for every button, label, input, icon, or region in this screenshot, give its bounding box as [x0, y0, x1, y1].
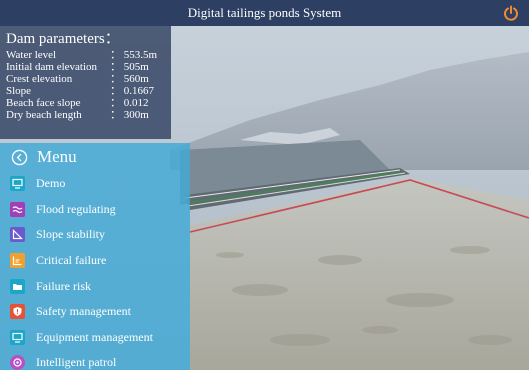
- param-value: ： 300m: [110, 109, 149, 121]
- param-row: Beach face slope ： 0.012: [6, 97, 165, 109]
- param-value: ： 505m: [110, 61, 149, 73]
- param-value: ： 560m: [110, 73, 149, 85]
- param-label: Beach face slope: [6, 97, 81, 109]
- menu-item-flood-regulating[interactable]: Flood regulating: [0, 197, 190, 223]
- menu-item-label: Critical failure: [36, 253, 107, 268]
- menu-item-equipment-management[interactable]: Equipment management: [0, 325, 190, 351]
- menu-item-label: Demo: [36, 176, 66, 191]
- chart-icon: [10, 253, 25, 269]
- param-label: Crest elevation: [6, 73, 73, 85]
- back-circle-icon[interactable]: [11, 149, 28, 166]
- param-label: Dry beach length: [6, 109, 82, 121]
- folder-icon: [10, 278, 25, 294]
- param-label: Slope: [6, 85, 32, 97]
- param-value: ： 553.5m: [110, 49, 158, 61]
- power-icon[interactable]: [503, 5, 519, 21]
- app-title: Digital tailings ponds System: [187, 5, 342, 20]
- param-label: Water level: [6, 49, 57, 61]
- menu-item-label: Safety management: [36, 304, 131, 319]
- menu-item-slope-stability[interactable]: Slope stability: [0, 222, 190, 248]
- param-label: Initial dam elevation: [6, 61, 98, 73]
- menu-item-label: Flood regulating: [36, 201, 116, 216]
- dam-parameters-panel: Dam parameters： Water level ： 553.5m Ini…: [0, 26, 171, 139]
- param-row: Water level ： 553.5m: [6, 49, 165, 61]
- menu-item-label: Slope stability: [36, 227, 105, 242]
- param-value: ： 0.1667: [110, 85, 154, 97]
- slope-icon: [10, 227, 25, 243]
- param-row: Slope ： 0.1667: [6, 85, 165, 97]
- menu-item-failure-risk[interactable]: Failure risk: [0, 273, 190, 299]
- menu-item-label: Intelligent patrol: [36, 355, 117, 370]
- param-row: Initial dam elevation ： 505m: [6, 61, 165, 73]
- menu-item-intelligent-patrol[interactable]: Intelligent patrol: [0, 350, 190, 370]
- dam-parameters-title: Dam parameters：: [6, 31, 120, 47]
- menu-item-label: Failure risk: [36, 278, 91, 293]
- menu-item-label: Equipment management: [36, 329, 153, 344]
- wave-icon: [10, 201, 25, 217]
- menu-item-demo[interactable]: Demo: [0, 171, 190, 197]
- main-menu: Menu Demo Flood regulating Slope stabili…: [0, 143, 190, 370]
- monitor-icon: [10, 329, 25, 345]
- title-bar: Digital tailings ponds System: [0, 0, 529, 26]
- param-row: Crest elevation ： 560m: [6, 73, 165, 85]
- menu-header[interactable]: Menu: [0, 143, 190, 171]
- menu-item-safety-management[interactable]: Safety management: [0, 299, 190, 325]
- shield-icon: [10, 304, 25, 320]
- menu-title: Menu: [37, 147, 77, 166]
- monitor-icon: [10, 176, 25, 192]
- menu-item-critical-failure[interactable]: Critical failure: [0, 248, 190, 274]
- param-row: Dry beach length ： 300m: [6, 109, 165, 121]
- patrol-icon: [10, 355, 25, 370]
- param-value: ： 0.012: [110, 97, 149, 109]
